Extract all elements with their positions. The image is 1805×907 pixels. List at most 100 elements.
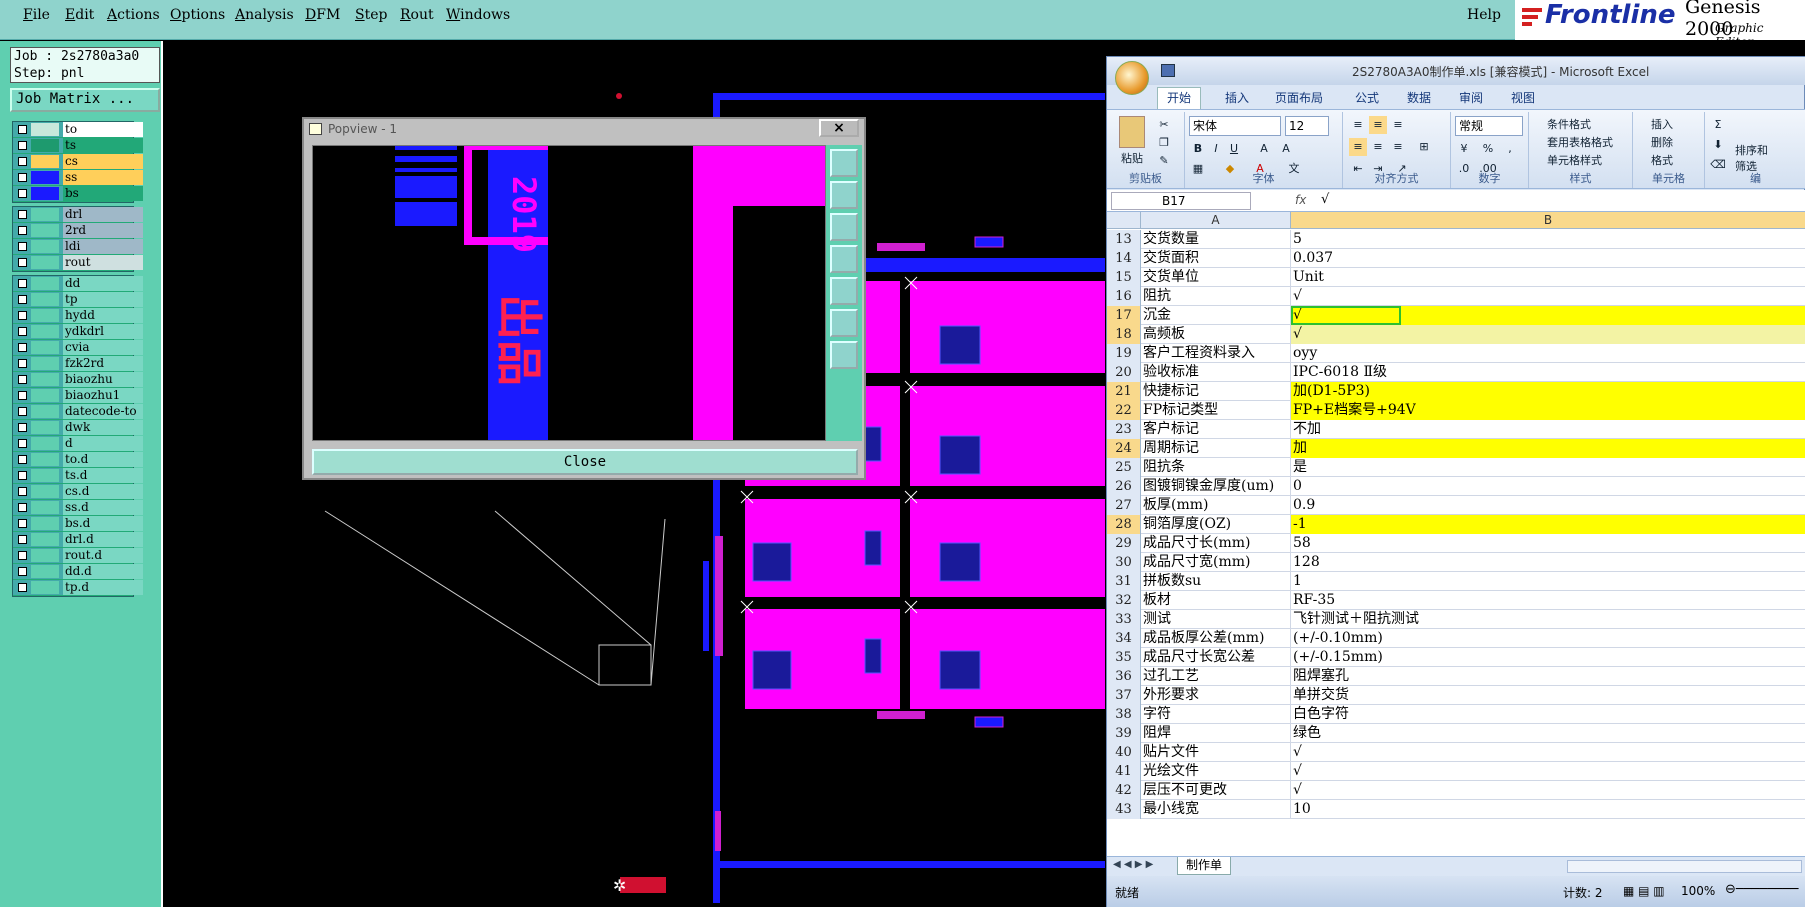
layer-checkbox[interactable] <box>18 279 27 288</box>
menu-edit[interactable]: Edit <box>65 7 94 23</box>
view-buttons-icon[interactable]: ▦ ▤ ▥ <box>1623 884 1665 898</box>
row-header[interactable]: 23 <box>1107 420 1141 439</box>
menu-dfm[interactable]: DFM <box>305 7 340 23</box>
cell-b[interactable]: 不加 <box>1291 420 1805 439</box>
layer-name[interactable]: ss.d <box>63 500 143 515</box>
cell-a[interactable]: 交货面积 <box>1141 249 1291 268</box>
layer-name[interactable]: ldi <box>63 239 143 254</box>
layer-color-swatch[interactable] <box>31 453 59 466</box>
layer-row-biaozhu1[interactable]: biaozhu1 <box>13 388 143 404</box>
insert-cells-button[interactable]: 插入 <box>1651 116 1673 132</box>
layer-row-ldi[interactable]: ldi <box>13 239 143 255</box>
paste-label[interactable]: 粘贴 <box>1121 150 1143 166</box>
cell-a[interactable]: 交货单位 <box>1141 268 1291 287</box>
layer-name[interactable]: bs.d <box>63 516 143 531</box>
format-cells-button[interactable]: 格式 <box>1651 152 1673 168</box>
layer-checkbox[interactable] <box>18 327 27 336</box>
pan-down-icon[interactable] <box>830 213 858 241</box>
cell-a[interactable]: 阻焊 <box>1141 724 1291 743</box>
layer-checkbox[interactable] <box>18 210 27 219</box>
layer-row-tp-d[interactable]: tp.d <box>13 580 143 596</box>
layer-row-to[interactable]: to <box>13 122 143 138</box>
sort-filter-button[interactable]: 排序和 <box>1735 142 1768 158</box>
layer-checkbox[interactable] <box>18 311 27 320</box>
font-name-select[interactable]: 宋体 <box>1189 116 1281 136</box>
row-header[interactable]: 32 <box>1107 591 1141 610</box>
tab-page-layout[interactable]: 页面布局 <box>1275 89 1323 106</box>
layer-checkbox[interactable] <box>18 173 27 182</box>
layer-name[interactable]: d <box>63 436 143 451</box>
row-header[interactable]: 24 <box>1107 439 1141 458</box>
row-header[interactable]: 18 <box>1107 325 1141 344</box>
cell-a[interactable]: 快捷标记 <box>1141 382 1291 401</box>
cell-a[interactable]: 沉金 <box>1141 306 1291 325</box>
pan-left-icon[interactable] <box>830 245 858 273</box>
layer-row-ydkdrl[interactable]: ydkdrl <box>13 324 143 340</box>
row-header[interactable]: 38 <box>1107 705 1141 724</box>
tab-insert[interactable]: 插入 <box>1225 89 1249 106</box>
cell-b[interactable]: IPC-6018 Ⅱ级 <box>1291 363 1805 382</box>
cell-a[interactable]: 阻抗 <box>1141 287 1291 306</box>
layer-color-swatch[interactable] <box>31 256 59 269</box>
row-header[interactable]: 27 <box>1107 496 1141 515</box>
layer-checkbox[interactable] <box>18 157 27 166</box>
cut-icon[interactable]: ✂ <box>1155 116 1173 134</box>
cell-a[interactable]: 图镀铜镍金厚度(um) <box>1141 477 1291 496</box>
cell-a[interactable]: 光绘文件 <box>1141 762 1291 781</box>
cell-a[interactable]: 铜箔厚度(OZ) <box>1141 515 1291 534</box>
layer-color-swatch[interactable] <box>31 341 59 354</box>
bold-icon[interactable]: B <box>1189 140 1207 158</box>
layer-name[interactable]: ts.d <box>63 468 143 483</box>
sheet-nav-icon[interactable]: ◀ ◀ ▶ ▶ <box>1113 859 1153 870</box>
cell-a[interactable]: 测试 <box>1141 610 1291 629</box>
row-header[interactable]: 40 <box>1107 743 1141 762</box>
layer-row-datecode-to[interactable]: datecode-to <box>13 404 143 420</box>
excel-titlebar[interactable]: 2S2780A3A0制作单.xls [兼容模式] - Microsoft Exc… <box>1107 57 1805 95</box>
cell-b[interactable]: 绿色 <box>1291 724 1805 743</box>
row-header[interactable]: 15 <box>1107 268 1141 287</box>
cell-b[interactable]: √ <box>1291 325 1805 344</box>
layer-checkbox[interactable] <box>18 567 27 576</box>
formula-input[interactable]: √ <box>1321 192 1329 207</box>
layer-row-tp[interactable]: tp <box>13 292 143 308</box>
row-header[interactable]: 13 <box>1107 230 1141 249</box>
layer-name[interactable]: cs <box>63 154 143 169</box>
layer-row-drl[interactable]: drl <box>13 207 143 223</box>
row-header[interactable]: 21 <box>1107 382 1141 401</box>
layer-row-bs[interactable]: bs <box>13 186 143 202</box>
cell-b[interactable]: 加(D1-5P3) <box>1291 382 1805 401</box>
layer-row-biaozhu[interactable]: biaozhu <box>13 372 143 388</box>
layer-name[interactable]: drl.d <box>63 532 143 547</box>
layer-name[interactable]: ss <box>63 170 143 185</box>
layer-color-swatch[interactable] <box>31 325 59 338</box>
layer-checkbox[interactable] <box>18 519 27 528</box>
number-format-select[interactable]: 常规 <box>1455 116 1523 136</box>
layer-row-dd-d[interactable]: dd.d <box>13 564 143 580</box>
cell-b[interactable]: 0.9 <box>1291 496 1805 515</box>
layer-name[interactable]: dd <box>63 276 143 291</box>
cell-a[interactable]: 板厚(mm) <box>1141 496 1291 515</box>
row-header[interactable]: 37 <box>1107 686 1141 705</box>
layer-checkbox[interactable] <box>18 258 27 267</box>
cell-b[interactable]: √ <box>1291 743 1805 762</box>
layer-color-swatch[interactable] <box>31 309 59 322</box>
cell-b[interactable]: 10 <box>1291 800 1805 819</box>
row-header[interactable]: 34 <box>1107 629 1141 648</box>
layer-checkbox[interactable] <box>18 141 27 150</box>
cell-b[interactable]: 1 <box>1291 572 1805 591</box>
layer-color-swatch[interactable] <box>31 485 59 498</box>
tab-view[interactable]: 视图 <box>1511 89 1535 106</box>
cell-b[interactable]: 阻焊塞孔 <box>1291 667 1805 686</box>
layer-row-d[interactable]: d <box>13 436 143 452</box>
layer-name[interactable]: biaozhu <box>63 372 143 387</box>
layer-name[interactable]: fzk2rd <box>63 356 143 371</box>
layer-row-drl-d[interactable]: drl.d <box>13 532 143 548</box>
layer-name[interactable]: 2rd <box>63 223 143 238</box>
cell-a[interactable]: 层压不可更改 <box>1141 781 1291 800</box>
row-header[interactable]: 16 <box>1107 287 1141 306</box>
italic-icon[interactable]: I <box>1207 140 1225 158</box>
insert-function-icon[interactable]: fx <box>1295 193 1306 207</box>
zoom-fit-icon[interactable] <box>830 149 858 177</box>
layer-row-rout[interactable]: rout <box>13 255 143 271</box>
job-matrix-button[interactable]: Job Matrix ... <box>10 88 160 112</box>
